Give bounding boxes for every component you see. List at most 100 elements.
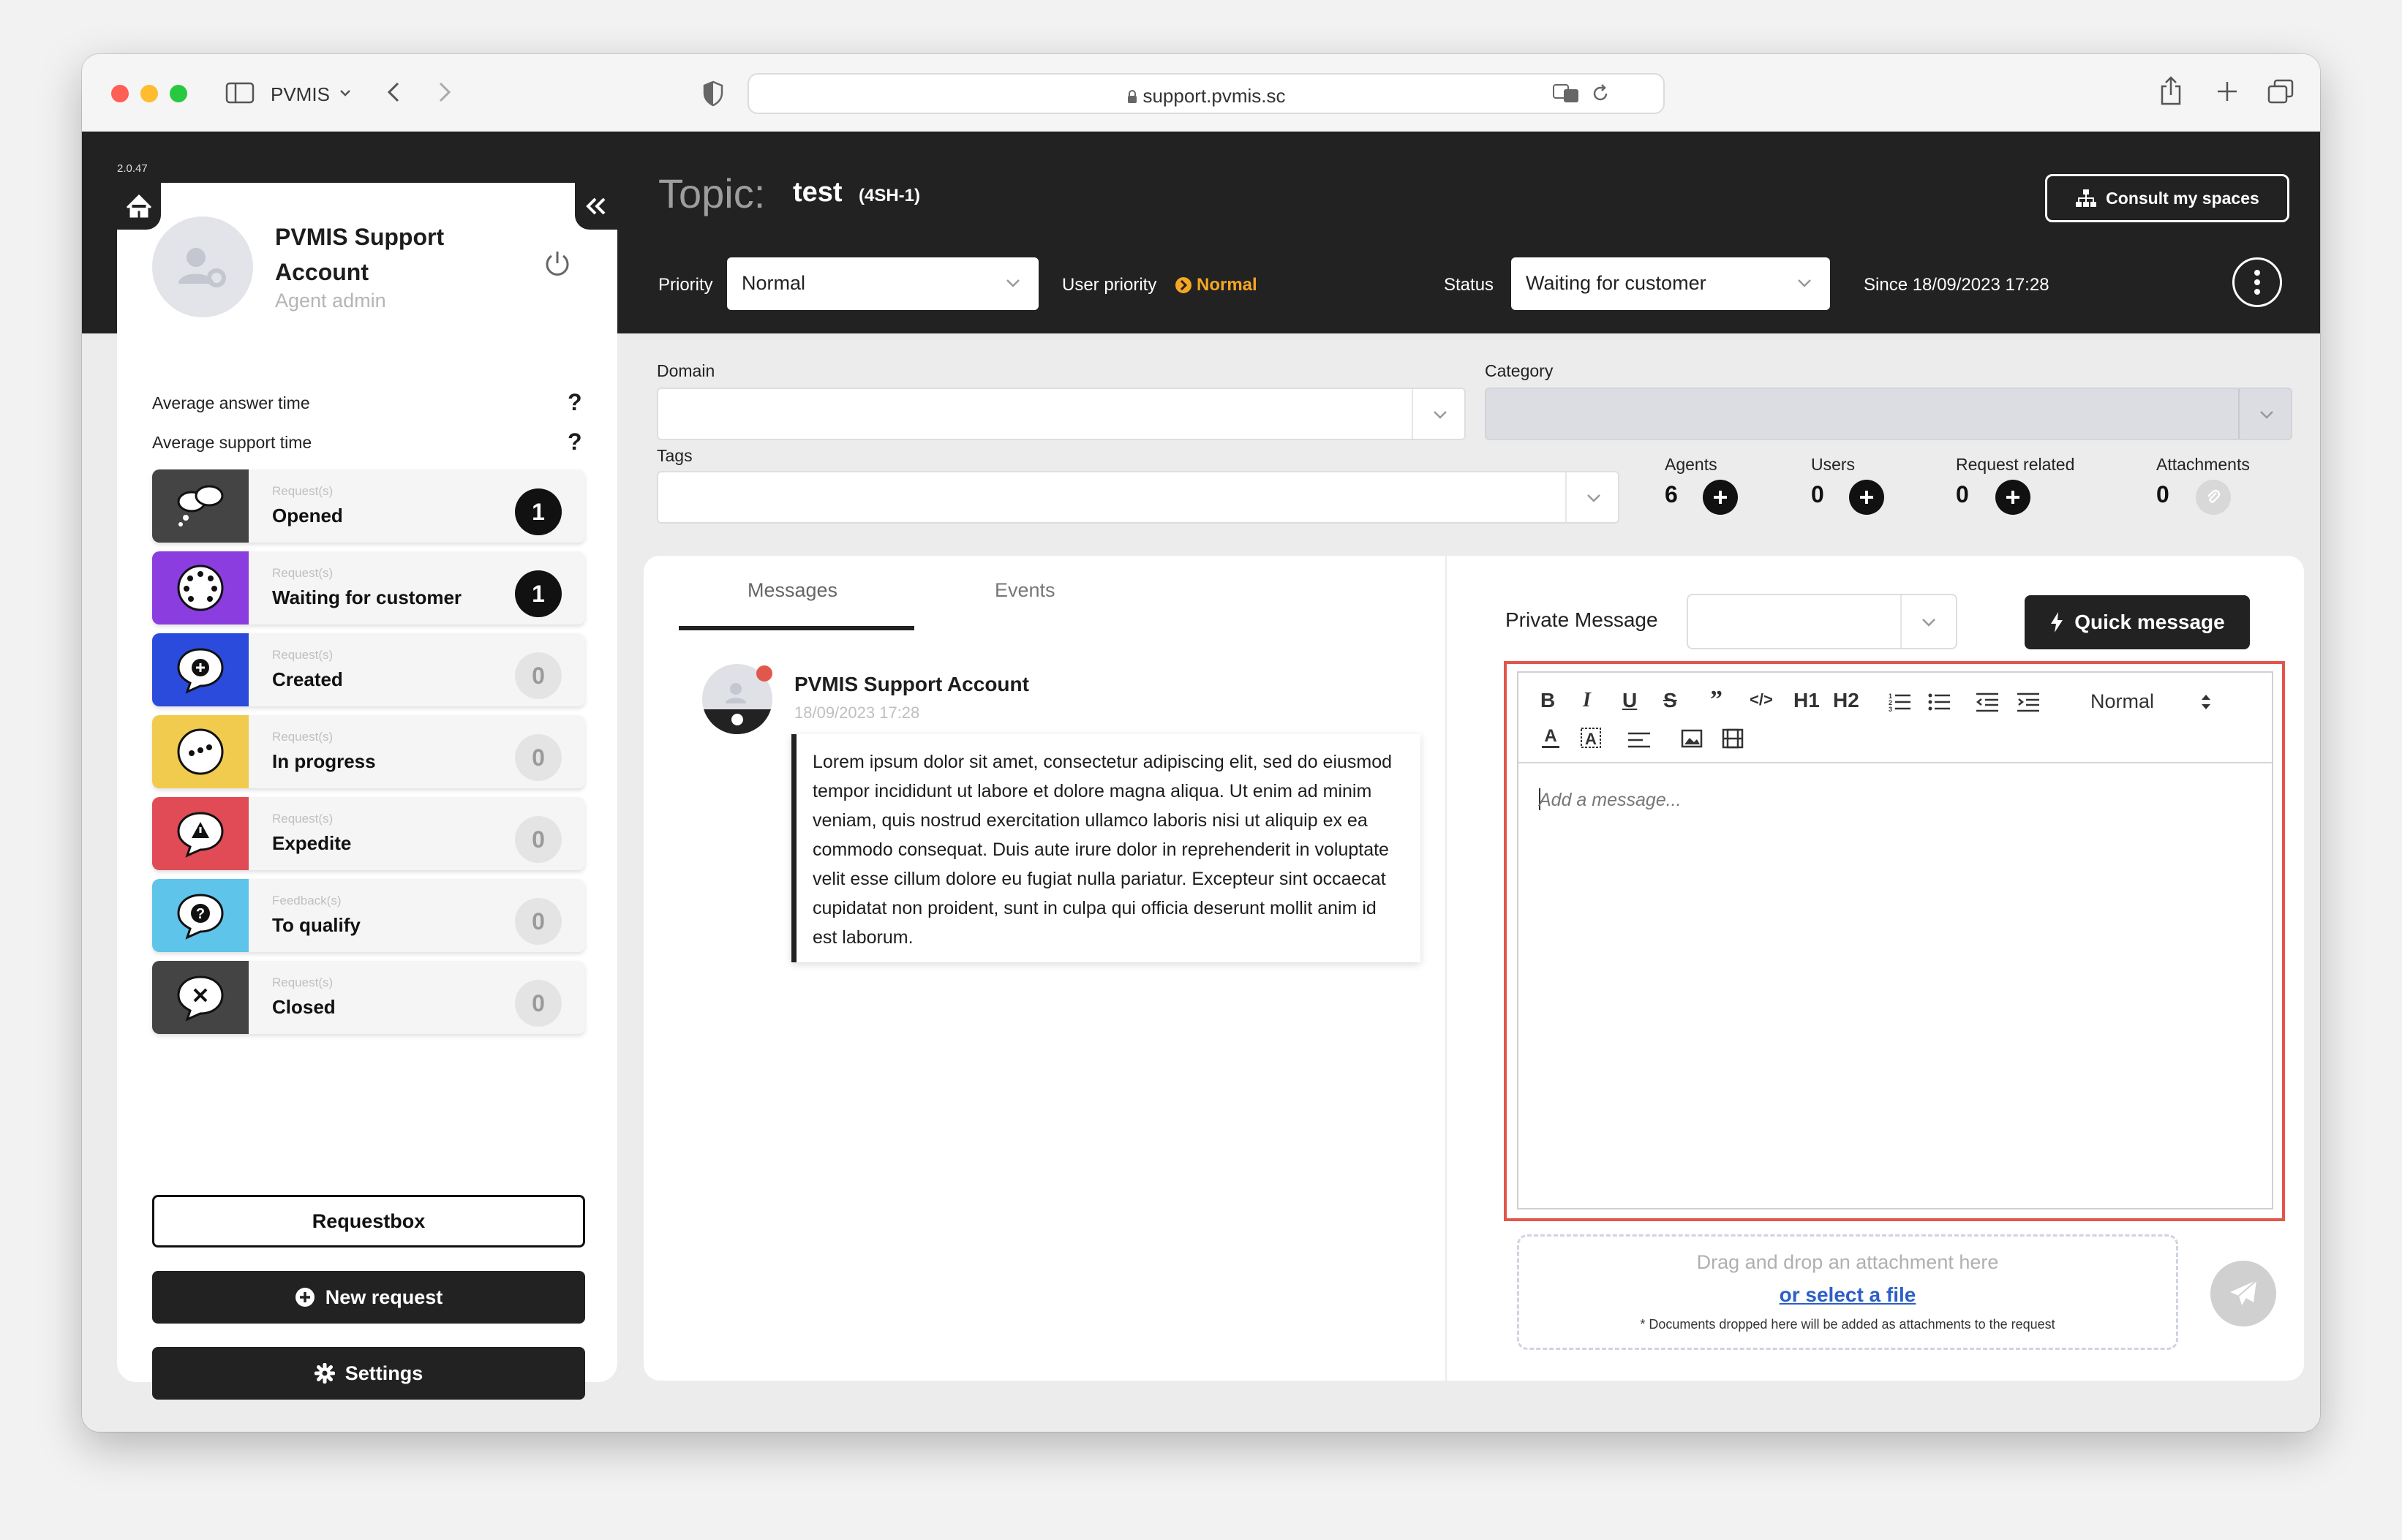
minimize-window-button[interactable] bbox=[140, 85, 158, 102]
more-options-button[interactable] bbox=[2232, 257, 2282, 307]
stat-card-to-qualify[interactable]: ? Feedback(s) To qualify 0 bbox=[152, 879, 585, 952]
gear-icon bbox=[314, 1363, 335, 1384]
user-priority-value: Normal bbox=[1197, 275, 1257, 295]
private-message-select[interactable] bbox=[1687, 594, 1957, 649]
editor-toolbar: B I U S ” </> H1 H2 123 Normal A A bbox=[1518, 673, 2272, 763]
reload-icon[interactable] bbox=[1590, 83, 1611, 107]
underline-icon[interactable]: U bbox=[1622, 689, 1637, 712]
url-text[interactable]: support.pvmis.sc bbox=[749, 85, 1663, 107]
settings-button[interactable]: Settings bbox=[152, 1347, 585, 1400]
new-tab-icon[interactable] bbox=[2216, 80, 2238, 106]
collapse-sidebar-button[interactable] bbox=[575, 183, 617, 230]
stat-icon-bg bbox=[152, 551, 249, 624]
stat-count: 0 bbox=[515, 816, 562, 863]
stat-title: Opened bbox=[272, 505, 343, 526]
request-related-label: Request related bbox=[1956, 455, 2075, 474]
heading-select[interactable]: Normal bbox=[2090, 690, 2154, 713]
arrow-right-circle-icon bbox=[1175, 277, 1191, 293]
send-button[interactable] bbox=[2210, 1261, 2276, 1326]
zoom-window-button[interactable] bbox=[170, 85, 187, 102]
svg-text:A: A bbox=[1544, 726, 1556, 746]
agents-count: 6 bbox=[1665, 481, 1678, 507]
strikethrough-icon[interactable]: S bbox=[1663, 689, 1677, 712]
lock-icon bbox=[1128, 90, 1137, 103]
sidebar-toggle-icon[interactable] bbox=[225, 82, 255, 107]
tab-messages[interactable]: Messages bbox=[748, 579, 837, 602]
requestbox-button[interactable]: Requestbox bbox=[152, 1195, 585, 1248]
attachment-button[interactable] bbox=[2196, 480, 2231, 515]
chevron-down-icon bbox=[1922, 619, 1935, 627]
share-icon[interactable] bbox=[2159, 76, 2183, 109]
italic-icon[interactable]: I bbox=[1583, 689, 1591, 712]
metric-value: ? bbox=[568, 389, 582, 415]
stat-icon-bg: ? bbox=[152, 879, 249, 952]
video-icon[interactable] bbox=[1722, 728, 1744, 749]
shield-icon[interactable] bbox=[702, 80, 724, 110]
quick-message-button[interactable]: Quick message bbox=[2025, 595, 2250, 649]
stat-card-expedite[interactable]: Request(s) Expedite 0 bbox=[152, 797, 585, 870]
translate-icon[interactable] bbox=[1552, 83, 1580, 107]
browser-titlebar: PVMIS support.pvmis.sc bbox=[82, 54, 2320, 132]
heading-2-icon[interactable]: H2 bbox=[1833, 689, 1859, 712]
bullet-list-icon[interactable] bbox=[1928, 692, 1950, 712]
stat-sub: Request(s) bbox=[272, 484, 334, 498]
request-related-count: 0 bbox=[1956, 481, 1969, 507]
close-window-button[interactable] bbox=[111, 85, 129, 102]
sort-arrows-icon[interactable] bbox=[2200, 693, 2212, 711]
align-left-icon[interactable] bbox=[1628, 731, 1650, 750]
paper-plane-icon bbox=[2230, 1280, 2257, 1305]
forward-arrow-icon[interactable] bbox=[436, 80, 453, 107]
add-related-request-button[interactable] bbox=[1995, 480, 2030, 515]
stat-card-created[interactable]: Request(s) Created 0 bbox=[152, 633, 585, 706]
add-user-button[interactable] bbox=[1849, 480, 1884, 515]
text-color-icon[interactable]: A bbox=[1540, 725, 1561, 750]
new-request-button[interactable]: New request bbox=[152, 1271, 585, 1324]
svg-text:A: A bbox=[1585, 730, 1597, 748]
stat-card-closed[interactable]: Request(s) Closed 0 bbox=[152, 961, 585, 1034]
category-select[interactable] bbox=[1485, 388, 2292, 440]
message-author: PVMIS Support Account bbox=[794, 673, 1029, 695]
blockquote-icon[interactable]: ” bbox=[1710, 686, 1723, 714]
add-agent-button[interactable] bbox=[1703, 480, 1738, 515]
heading-1-icon[interactable]: H1 bbox=[1793, 689, 1820, 712]
ordered-list-icon[interactable]: 123 bbox=[1889, 692, 1910, 712]
app-version: 2.0.47 bbox=[117, 162, 148, 175]
domain-select[interactable] bbox=[657, 388, 1466, 440]
stat-card-opened[interactable]: Request(s) Opened 1 bbox=[152, 469, 585, 543]
back-arrow-icon[interactable] bbox=[385, 80, 402, 107]
tab-events[interactable]: Events bbox=[995, 579, 1055, 602]
indent-icon[interactable] bbox=[2017, 692, 2039, 712]
stat-card-in-progress[interactable]: Request(s) In progress 0 bbox=[152, 715, 585, 788]
bold-icon[interactable]: B bbox=[1540, 689, 1555, 712]
tab-overview-icon[interactable] bbox=[2267, 79, 2294, 107]
image-icon[interactable] bbox=[1681, 728, 1703, 749]
stat-card-waiting[interactable]: Request(s) Waiting for customer 1 bbox=[152, 551, 585, 624]
power-icon[interactable] bbox=[543, 249, 572, 282]
consult-spaces-button[interactable]: Consult my spaces bbox=[2045, 174, 2289, 222]
status-select[interactable]: Waiting for customer bbox=[1511, 257, 1830, 310]
select-file-link[interactable]: or select a file bbox=[1519, 1283, 2176, 1307]
priority-value: Normal bbox=[742, 272, 806, 294]
code-icon[interactable]: </> bbox=[1750, 690, 1773, 709]
attachment-dropzone[interactable]: Drag and drop an attachment here or sele… bbox=[1517, 1234, 2178, 1350]
stat-title: In progress bbox=[272, 750, 376, 772]
stat-sub: Request(s) bbox=[272, 975, 334, 989]
question-bubble-icon: ? bbox=[177, 894, 224, 940]
tags-label: Tags bbox=[657, 446, 693, 465]
priority-select[interactable]: Normal bbox=[727, 257, 1039, 310]
chevron-down-icon[interactable] bbox=[339, 88, 351, 101]
outdent-icon[interactable] bbox=[1976, 692, 1998, 712]
tab-group-name[interactable]: PVMIS bbox=[271, 83, 330, 106]
tags-select[interactable] bbox=[657, 471, 1619, 524]
highlight-color-icon[interactable]: A bbox=[1580, 725, 1602, 750]
message-bubble: Lorem ipsum dolor sit amet, consectetur … bbox=[791, 734, 1420, 962]
quick-message-label: Quick message bbox=[2074, 611, 2225, 633]
address-bar[interactable]: support.pvmis.sc bbox=[748, 73, 1665, 114]
status-label: Status bbox=[1444, 275, 1494, 295]
stat-icon-bg bbox=[152, 715, 249, 788]
double-chevron-left-icon bbox=[586, 197, 606, 215]
stat-sub: Request(s) bbox=[272, 566, 334, 580]
message-input[interactable]: Add a message... bbox=[1539, 790, 1682, 811]
user-gear-icon bbox=[178, 248, 226, 287]
paperclip-icon bbox=[2207, 489, 2221, 503]
